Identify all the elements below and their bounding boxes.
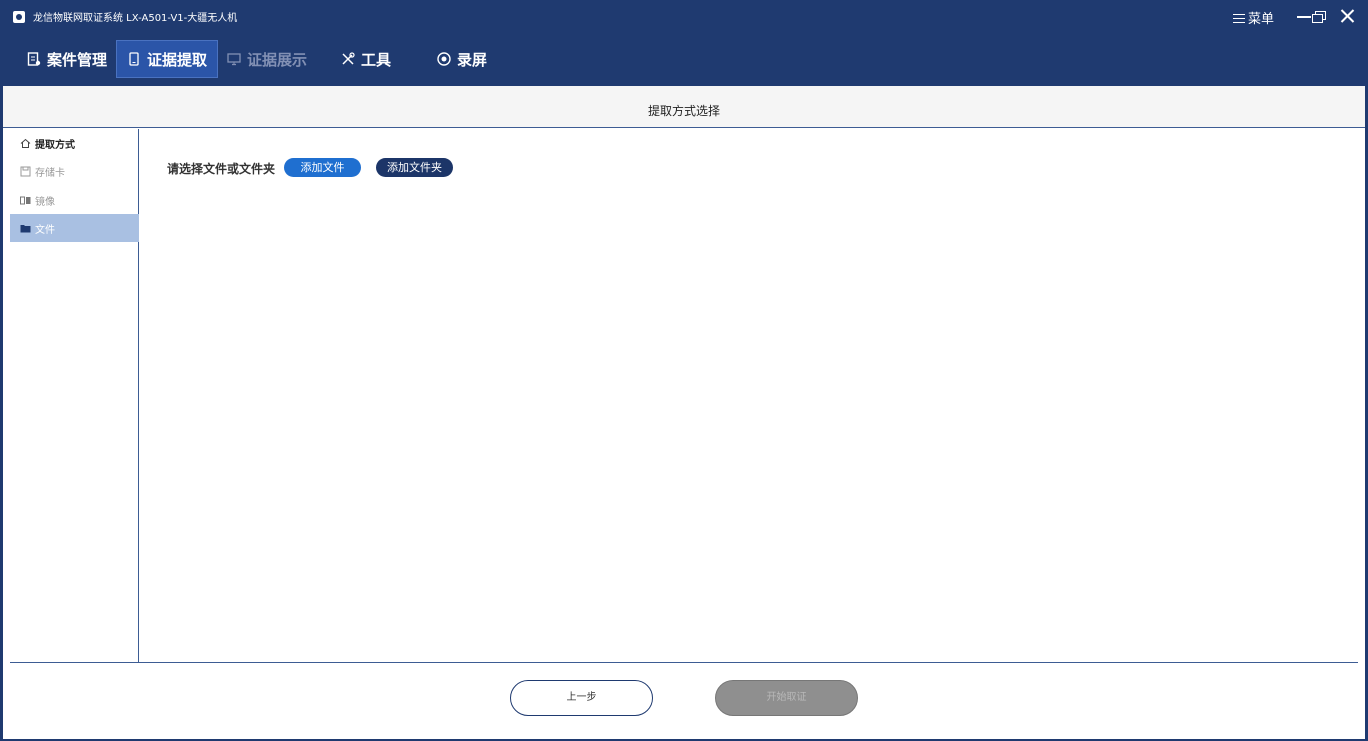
tab-label: 案件管理 bbox=[47, 50, 108, 69]
tab-evidence-display[interactable]: 证据展示 bbox=[217, 40, 317, 78]
sidebar: 提取方式 存储卡 镜像 文件 bbox=[10, 129, 139, 662]
close-button[interactable] bbox=[1336, 6, 1358, 26]
select-prompt: 请选择文件或文件夹 bbox=[167, 162, 276, 176]
window-title: 龙信物联网取证系统 LX-A501-V1-大疆无人机 bbox=[33, 13, 238, 24]
home-icon bbox=[20, 138, 31, 148]
start-forensics-button[interactable]: 开始取证 bbox=[715, 680, 858, 716]
sd-card-icon bbox=[20, 166, 31, 176]
tab-tools[interactable]: 工具 bbox=[331, 40, 401, 78]
title-bar: 龙信物联网取证系统 LX-A501-V1-大疆无人机 菜单 bbox=[0, 0, 1368, 34]
menu-list-icon bbox=[1233, 13, 1245, 23]
main-nav: 案件管理 证据提取 证据展示 工具 录屏 bbox=[0, 34, 1368, 84]
restore-button[interactable] bbox=[1308, 6, 1330, 26]
sidebar-item-label: 文件 bbox=[35, 224, 55, 236]
tab-case-management[interactable]: 案件管理 bbox=[17, 40, 117, 78]
tools-icon bbox=[342, 52, 355, 65]
section-header: 提取方式选择 bbox=[3, 86, 1365, 128]
tab-label: 证据展示 bbox=[247, 50, 308, 69]
sidebar-header: 提取方式 bbox=[10, 129, 139, 157]
tab-label: 证据提取 bbox=[147, 50, 208, 69]
sidebar-item-file[interactable]: 文件 bbox=[10, 214, 139, 242]
record-icon bbox=[437, 52, 451, 66]
sidebar-item-storage-card[interactable]: 存储卡 bbox=[10, 157, 139, 185]
phone-icon bbox=[129, 52, 139, 66]
sidebar-header-label: 提取方式 bbox=[35, 139, 75, 151]
tab-label: 录屏 bbox=[457, 50, 488, 69]
tab-evidence-extraction[interactable]: 证据提取 bbox=[116, 40, 219, 78]
menu-button[interactable]: 菜单 bbox=[1233, 8, 1274, 27]
monitor-icon bbox=[227, 53, 241, 66]
sidebar-item-label: 镜像 bbox=[35, 196, 55, 208]
tab-screen-record[interactable]: 录屏 bbox=[427, 40, 497, 78]
tab-label: 工具 bbox=[361, 50, 392, 69]
main-panel: 提取方式选择 提取方式 存储卡 镜像 文件 请选择文件或文件夹 添加文件 添加文… bbox=[3, 86, 1365, 739]
previous-step-button[interactable]: 上一步 bbox=[510, 680, 653, 716]
footer-bar: 上一步 开始取证 bbox=[10, 662, 1358, 732]
sidebar-item-label: 存储卡 bbox=[35, 167, 65, 179]
app-logo-icon bbox=[13, 11, 25, 23]
sidebar-item-image[interactable]: 镜像 bbox=[10, 186, 139, 214]
menu-label: 菜单 bbox=[1248, 12, 1275, 27]
add-folder-button[interactable]: 添加文件夹 bbox=[376, 158, 453, 177]
document-icon bbox=[27, 52, 41, 66]
content-area: 请选择文件或文件夹 添加文件 添加文件夹 bbox=[139, 129, 1358, 662]
mirror-icon bbox=[20, 196, 31, 204]
add-file-button[interactable]: 添加文件 bbox=[284, 158, 361, 177]
folder-icon bbox=[20, 224, 31, 232]
